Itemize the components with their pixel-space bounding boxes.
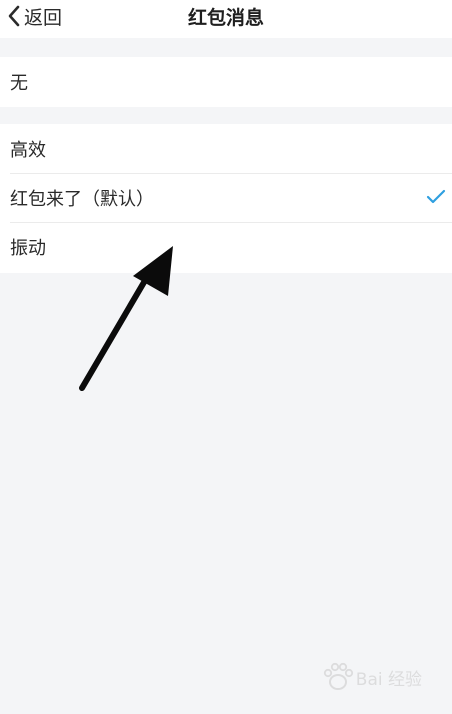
option-label: 红包来了（默认） xyxy=(10,188,154,210)
option-row-efficient[interactable]: 高效 xyxy=(0,124,452,173)
option-label: 无 xyxy=(10,72,28,94)
navigation-bar: 返回 红包消息 xyxy=(0,0,452,38)
watermark-text: Bai 经验 xyxy=(355,669,422,690)
option-row-default[interactable]: 红包来了（默认） xyxy=(0,173,452,222)
options-sound-section: 高效 红包来了（默认） 振动 xyxy=(0,124,452,273)
checkmark-icon xyxy=(426,189,446,204)
watermark: Bai 经验 xyxy=(316,660,422,694)
page-title: 红包消息 xyxy=(187,7,264,29)
option-row-vibrate[interactable]: 振动 xyxy=(0,222,452,271)
options-none-section: 无 xyxy=(0,57,452,107)
option-label: 振动 xyxy=(10,237,46,259)
annotation-arrow-icon xyxy=(79,246,173,391)
paw-logo-icon xyxy=(323,662,353,690)
option-label: 高效 xyxy=(10,139,46,161)
option-row-none[interactable]: 无 xyxy=(0,57,452,106)
